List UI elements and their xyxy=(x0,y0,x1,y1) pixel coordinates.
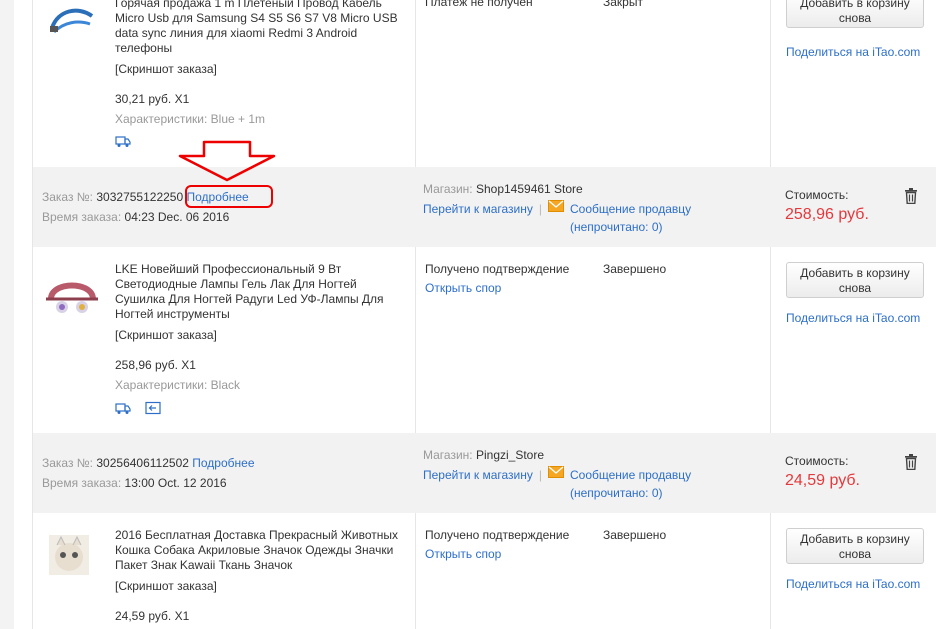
product-thumbnail[interactable] xyxy=(42,263,102,319)
product-title[interactable]: 2016 Бесплатная Доставка Прекрасный Живо… xyxy=(115,528,415,573)
order-number-label: Заказ №: xyxy=(42,456,94,470)
product-title[interactable]: Горячая продажа 1 m Плетеный Провод Кабе… xyxy=(115,0,415,56)
item-price: 24,59 руб. X1 xyxy=(115,609,190,623)
return-icon[interactable] xyxy=(145,401,161,415)
orders-page: Горячая продажа 1 m Плетеный Провод Кабе… xyxy=(0,0,936,629)
store-label: Магазин: xyxy=(423,182,473,196)
go-to-store-link[interactable]: Перейти к магазину xyxy=(423,466,533,484)
annotation-arrow-icon xyxy=(178,140,276,182)
message-seller-link[interactable]: Сообщение продавцу xyxy=(570,200,691,218)
trash-icon[interactable] xyxy=(904,454,918,470)
item-attributes: Характеристики: Black xyxy=(115,378,240,392)
order-time: 04:23 Dec. 06 2016 xyxy=(124,210,230,224)
cost-label: Стоимость: xyxy=(785,188,849,202)
open-dispute-link[interactable]: Открыть спор xyxy=(425,547,569,561)
order-item: 2016 Бесплатная Доставка Прекрасный Живо… xyxy=(33,513,936,629)
page-margin xyxy=(0,0,14,629)
separator: | xyxy=(538,202,542,216)
order-state: Завершено xyxy=(603,528,667,542)
product-thumbnail[interactable] xyxy=(47,533,91,577)
add-to-cart-again-button[interactable]: Добавить в корзину снова xyxy=(786,528,924,564)
order-state: Закрыт xyxy=(603,0,643,9)
add-to-cart-again-button[interactable]: Добавить в корзину снова xyxy=(786,0,924,28)
order-snapshot-link[interactable]: [Скриншот заказа] xyxy=(115,62,217,76)
confirmation-status: Получено подтверждение xyxy=(425,262,570,276)
store-name: Pingzi_Store xyxy=(475,448,545,462)
shipping-truck-icon[interactable] xyxy=(115,401,131,415)
cost-value: 24,59 руб. xyxy=(785,472,860,489)
order-state: Завершено xyxy=(603,262,667,276)
order-number: 3032755122250 xyxy=(96,190,184,204)
order-snapshot-link[interactable]: [Скриншот заказа] xyxy=(115,579,217,593)
store-name: Shop1459461 Store xyxy=(475,182,583,196)
mail-icon[interactable] xyxy=(548,200,564,212)
order-number: 30256406112502 xyxy=(96,456,189,470)
trash-icon[interactable] xyxy=(904,188,918,204)
payment-status: Платёж не получен xyxy=(425,0,533,9)
cost-label: Стоимость: xyxy=(785,454,849,468)
store-label: Магазин: xyxy=(423,448,473,462)
add-to-cart-again-button[interactable]: Добавить в корзину снова xyxy=(786,262,924,298)
go-to-store-link[interactable]: Перейти к магазину xyxy=(423,200,533,218)
share-itao-link[interactable]: Поделиться на iTao.com xyxy=(786,45,920,59)
shipping-truck-icon[interactable] xyxy=(115,134,131,148)
order-time-label: Время заказа: xyxy=(42,210,122,224)
order-header: Заказ №: 30256406112502 Подробнее Время … xyxy=(33,433,936,513)
share-itao-link[interactable]: Поделиться на iTao.com xyxy=(786,577,920,591)
order-item: LKE Новейший Профессиональный 9 Вт Свето… xyxy=(33,247,936,433)
product-title[interactable]: LKE Новейший Профессиональный 9 Вт Свето… xyxy=(115,262,415,322)
order-time: 13:00 Oct. 12 2016 xyxy=(124,476,227,490)
order-item: Горячая продажа 1 m Плетеный Провод Кабе… xyxy=(33,0,936,167)
order-header: Заказ №: 3032755122250 Подробнее Время з… xyxy=(33,167,936,247)
message-seller-link[interactable]: Сообщение продавцу xyxy=(570,466,691,484)
order-number-label: Заказ №: xyxy=(42,190,94,204)
item-attributes: Характеристики: Blue + 1m xyxy=(115,112,266,126)
open-dispute-link[interactable]: Открыть спор xyxy=(425,281,569,295)
item-price: 30,21 руб. X1 xyxy=(115,92,190,106)
order-time-label: Время заказа: xyxy=(42,476,122,490)
order-snapshot-link[interactable]: [Скриншот заказа] xyxy=(115,328,217,342)
item-price: 258,96 руб. X1 xyxy=(115,358,196,372)
product-thumbnail[interactable] xyxy=(48,2,96,40)
mail-icon[interactable] xyxy=(548,466,564,478)
order-status: Получено подтверждение Открыть спор xyxy=(425,528,569,561)
share-itao-link[interactable]: Поделиться на iTao.com xyxy=(786,311,920,325)
annotation-highlight-box xyxy=(185,185,273,208)
cost-value: 258,96 руб. xyxy=(785,206,869,223)
confirmation-status: Получено подтверждение xyxy=(425,528,570,542)
separator: | xyxy=(538,468,542,482)
unread-count[interactable]: (непрочитано: 0) xyxy=(570,218,691,236)
order-status: Получено подтверждение Открыть спор xyxy=(425,262,569,295)
unread-count[interactable]: (непрочитано: 0) xyxy=(570,484,691,502)
order-details-link[interactable]: Подробнее xyxy=(192,456,254,470)
